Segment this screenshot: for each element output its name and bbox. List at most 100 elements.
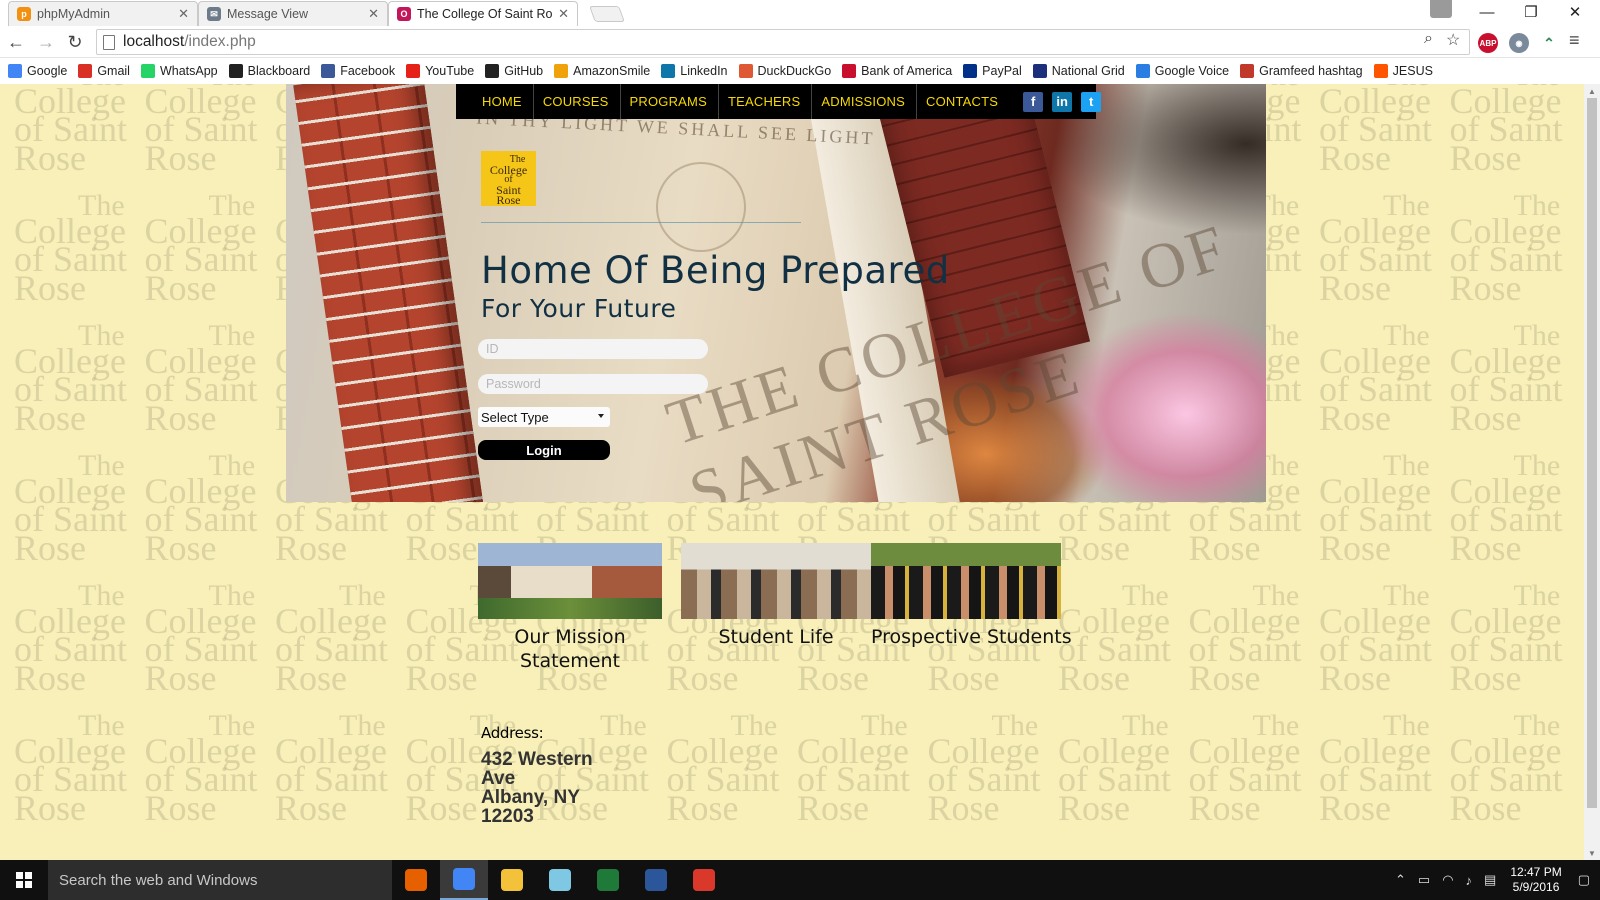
taskbar-app[interactable] (440, 860, 488, 900)
bookmark-item[interactable]: Blackboard (228, 64, 310, 78)
bookmark-item[interactable]: Gmail (78, 64, 130, 78)
feature-caption[interactable]: Student Life (681, 625, 871, 649)
nav-home[interactable]: HOME (472, 84, 534, 119)
bookmark-item[interactable]: AmazonSmile (554, 64, 650, 78)
keyboard-icon[interactable]: ▤ (1484, 872, 1496, 888)
password-input[interactable] (478, 374, 708, 394)
nav-contacts[interactable]: CONTACTS (917, 84, 1009, 119)
tab-saint-rose[interactable]: O The College Of Saint Rose ✕ (388, 1, 578, 26)
close-window-icon[interactable]: ✕ (1553, 0, 1597, 24)
youtube-icon (406, 64, 421, 78)
bookmark-item[interactable]: LinkedIn (661, 64, 728, 78)
watermark-tile: TheCollegeof SaintRose (1450, 580, 1580, 714)
campus-photo[interactable] (478, 543, 662, 619)
college-logo[interactable]: The College of Saint Rose (481, 151, 536, 206)
social-links: f in t (1023, 91, 1102, 112)
reload-icon[interactable]: ↻ (63, 30, 87, 54)
profile-icon[interactable] (1430, 0, 1452, 18)
battery-icon[interactable]: ▭ (1418, 872, 1430, 888)
linkedin-icon[interactable]: in (1052, 91, 1073, 112)
close-tab-icon[interactable]: ✕ (178, 6, 189, 22)
eye-extension-icon[interactable]: ◉ (1509, 33, 1529, 53)
students-group-photo[interactable] (871, 543, 1061, 619)
taskbar-app[interactable] (536, 860, 584, 900)
address-bar[interactable]: localhost/index.php (96, 29, 1470, 55)
user-type-select[interactable]: Select Type (478, 407, 610, 427)
clock[interactable]: 12:47 PM 5/9/2016 (1510, 865, 1561, 895)
nav-courses[interactable]: COURSES (534, 84, 621, 119)
action-center-icon[interactable]: ▢ (1578, 872, 1590, 888)
clock-time: 12:47 PM (1510, 865, 1562, 879)
windows-taskbar: Search the web and Windows ⌃ ▭ ◠ ♪ ▤ 12:… (0, 860, 1600, 900)
login-button[interactable]: Login (478, 440, 610, 460)
scroll-down-icon[interactable]: ▼ (1584, 846, 1600, 860)
taskbar-app[interactable] (680, 860, 728, 900)
bookmark-item[interactable]: Google Voice (1135, 64, 1229, 78)
bookmark-item[interactable]: Gramfeed hashtag (1240, 64, 1363, 78)
bookmark-item[interactable]: YouTube (406, 64, 474, 78)
close-tab-icon[interactable]: ✕ (368, 6, 379, 22)
bookmark-item[interactable]: Bank of America (842, 64, 952, 78)
scroll-thumb[interactable] (1587, 98, 1597, 808)
soundcloud-icon (1373, 64, 1388, 78)
gmail-icon (78, 64, 93, 78)
linkedin-icon (661, 64, 676, 78)
wifi-icon[interactable]: ◠ (1442, 872, 1453, 888)
classroom-photo[interactable] (681, 543, 871, 619)
feature-caption[interactable]: Prospective Students (871, 625, 1072, 649)
feature-mission[interactable]: Our Mission Statement (478, 543, 662, 673)
taskbar-app[interactable] (584, 860, 632, 900)
nationalgrid-icon (1032, 64, 1047, 78)
tab-phpmyadmin[interactable]: p phpMyAdmin ✕ (8, 1, 198, 26)
bookmark-item[interactable]: Google (8, 64, 67, 78)
watermark-tile: TheCollegeof SaintRose (1450, 190, 1580, 324)
page-scrollbar[interactable]: ▲ ▼ (1584, 84, 1600, 860)
watermark-tile: TheCollegeof SaintRose (145, 450, 275, 584)
taskbar-app[interactable] (632, 860, 680, 900)
nav-teachers[interactable]: TEACHERS (719, 84, 813, 119)
menu-icon[interactable]: ≡ (1569, 30, 1580, 51)
nav-admissions[interactable]: ADMISSIONS (812, 84, 917, 119)
new-tab-button[interactable] (589, 6, 625, 22)
bookmark-item[interactable]: Facebook (321, 64, 395, 78)
feature-caption[interactable]: Our Mission Statement (478, 625, 662, 673)
address-block: 432 Western Ave Albany, NY 12203 (481, 750, 621, 826)
bookmark-item[interactable]: JESUS (1373, 64, 1433, 78)
bookmark-item[interactable]: DuckDuckGo (738, 64, 831, 78)
watermark-tile: TheCollegeof SaintRose (1450, 710, 1580, 844)
twitter-icon[interactable]: t (1081, 91, 1102, 112)
volume-icon[interactable]: ♪ (1466, 873, 1473, 888)
feature-prospective[interactable]: Prospective Students (871, 543, 1072, 649)
extension-icon[interactable]: ⌃ (1539, 33, 1559, 53)
bookmark-item[interactable]: PayPal (963, 64, 1022, 78)
start-button[interactable] (0, 860, 48, 900)
forward-icon[interactable]: → (34, 30, 58, 54)
minimize-icon[interactable]: — (1465, 0, 1509, 24)
restore-icon[interactable]: ❐ (1509, 0, 1553, 24)
taskbar-app[interactable] (392, 860, 440, 900)
bookmark-item[interactable]: GitHub (485, 64, 543, 78)
feature-student-life[interactable]: Student Life (681, 543, 871, 649)
chevron-up-icon[interactable]: ⌃ (1395, 872, 1406, 888)
watermark-tile: TheCollegeof SaintRose (14, 190, 144, 324)
bookmark-star-icon[interactable]: ☆ (1446, 30, 1460, 50)
hero-banner: IN THY LIGHT WE SHALL SEE LIGHT THE COLL… (286, 84, 1266, 502)
scroll-up-icon[interactable]: ▲ (1584, 84, 1600, 98)
watermark-tile: TheCollegeof SaintRose (1319, 710, 1449, 844)
bookmark-label: PayPal (982, 64, 1022, 78)
taskbar-search[interactable]: Search the web and Windows (48, 860, 392, 900)
bookmark-item[interactable]: National Grid (1032, 64, 1125, 78)
back-icon[interactable]: ← (4, 30, 28, 54)
bookmark-label: Gramfeed hashtag (1259, 64, 1363, 78)
tab-message-view[interactable]: ✉ Message View ✕ (198, 1, 388, 26)
bookmark-item[interactable]: WhatsApp (140, 64, 218, 78)
adblock-plus-icon[interactable]: ABP (1478, 33, 1498, 53)
taskbar-app[interactable] (488, 860, 536, 900)
nav-programs[interactable]: PROGRAMS (621, 84, 719, 119)
bookmark-label: WhatsApp (159, 64, 218, 78)
id-input[interactable] (478, 339, 708, 359)
close-tab-icon[interactable]: ✕ (558, 6, 569, 22)
watermark-tile: TheCollegeof SaintRose (275, 710, 405, 844)
zoom-icon[interactable]: ⌕ (1424, 30, 1433, 48)
facebook-icon[interactable]: f (1023, 91, 1044, 112)
